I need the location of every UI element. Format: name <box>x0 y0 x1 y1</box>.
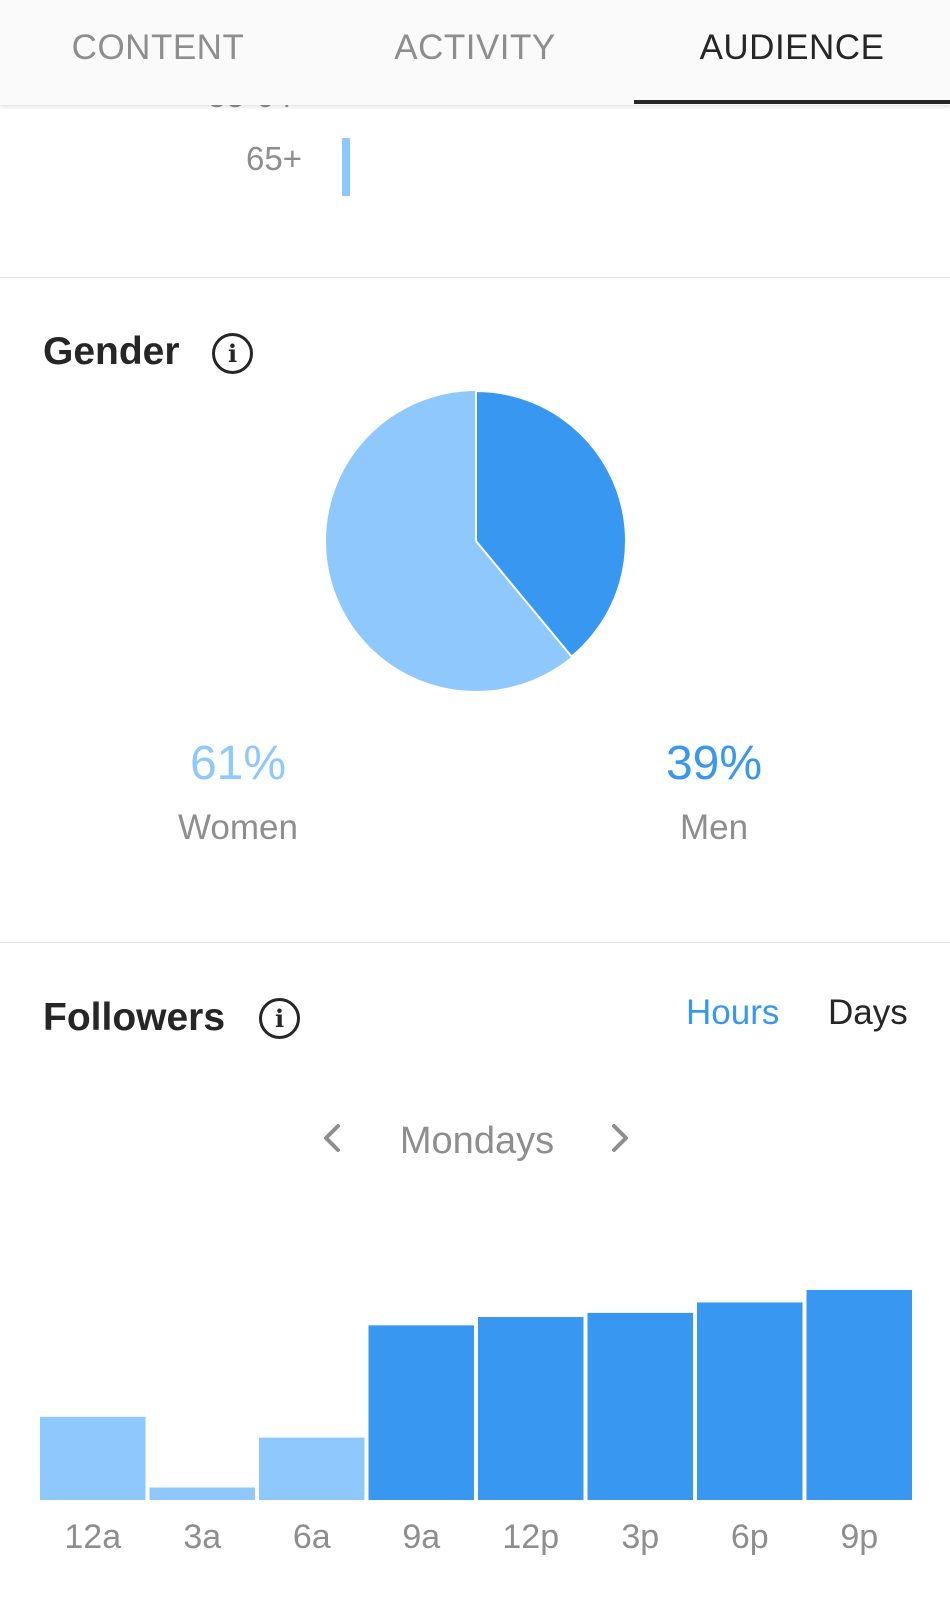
chart-bar-6p <box>697 1302 803 1500</box>
hours-toggle[interactable]: Hours <box>686 993 779 1033</box>
followers-title: Followers <box>43 996 226 1039</box>
active-tab-indicator <box>634 100 950 104</box>
chart-tick-label: 9a <box>402 1518 440 1556</box>
chart-bar-9a <box>368 1325 474 1500</box>
tab-content[interactable]: CONTENT <box>0 0 316 105</box>
chart-tick-label: 12p <box>502 1518 559 1556</box>
gender-pie-chart <box>326 390 627 691</box>
age-range-bar <box>342 138 350 196</box>
chart-bar-12p <box>478 1317 584 1500</box>
chart-tick-label: 9p <box>840 1518 878 1556</box>
chart-tick-label: 6p <box>731 1518 769 1556</box>
gender-title: Gender <box>43 330 180 373</box>
chart-tick-label: 3p <box>621 1518 659 1556</box>
chevron-right-icon[interactable] <box>604 1118 634 1158</box>
tab-activity[interactable]: ACTIVITY <box>316 0 634 105</box>
chart-bar-9p <box>806 1290 912 1500</box>
days-toggle[interactable]: Days <box>828 993 908 1033</box>
chart-bar-3a <box>149 1487 255 1500</box>
chart-tick-label: 6a <box>293 1518 331 1556</box>
info-icon[interactable]: i <box>259 998 300 1039</box>
section-divider <box>0 277 950 278</box>
chart-bar-6a <box>259 1437 365 1500</box>
tab-audience[interactable]: AUDIENCE <box>634 0 950 105</box>
men-label: Men <box>679 808 749 847</box>
tab-bar: CONTENT ACTIVITY AUDIENCE <box>0 0 950 105</box>
followers-bar-chart: 12a 3a 6a 9a 12p 3p 6p 9p <box>40 1290 912 1556</box>
section-divider <box>0 942 950 943</box>
chart-bar-12a <box>40 1416 146 1500</box>
chart-tick-label: 12a <box>64 1518 121 1556</box>
women-label: Women <box>178 808 298 847</box>
info-icon[interactable]: i <box>212 333 253 374</box>
men-percent: 39% <box>665 737 763 790</box>
age-range-label: 65+ <box>246 140 302 177</box>
women-percent: 61% <box>189 737 287 790</box>
chart-bar-3p <box>587 1312 693 1500</box>
chart-tick-label: 3a <box>183 1518 221 1556</box>
day-label: Mondays <box>399 1120 555 1162</box>
chevron-left-icon[interactable] <box>318 1118 348 1158</box>
